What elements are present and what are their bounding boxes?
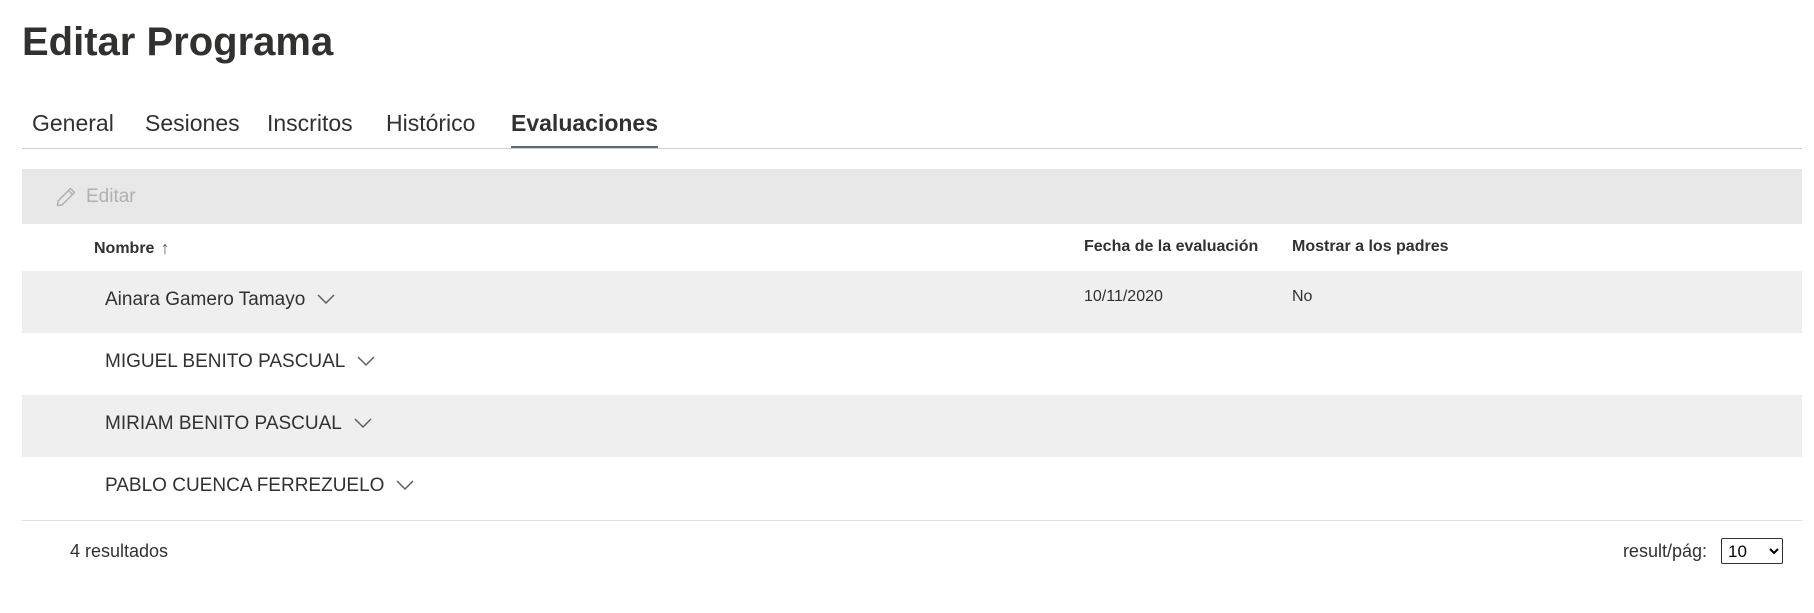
results-count: 4 resultados bbox=[70, 541, 169, 561]
tab-bar: General Sesiones Inscritos Histórico Eva… bbox=[22, 100, 1802, 149]
tab-sesiones[interactable]: Sesiones bbox=[145, 108, 240, 138]
chevron-down-icon[interactable] bbox=[354, 413, 372, 435]
row-name-toggle[interactable]: MIRIAM BENITO PASCUAL bbox=[105, 413, 372, 435]
row-name: Ainara Gamero Tamayo bbox=[105, 289, 306, 310]
chevron-down-icon[interactable] bbox=[396, 475, 414, 497]
column-header-fecha-label: Fecha de la evaluación bbox=[1084, 238, 1259, 255]
tab-historico[interactable]: Histórico bbox=[386, 108, 475, 138]
footer-divider bbox=[22, 520, 1802, 521]
edit-button-label: Editar bbox=[86, 186, 136, 207]
table-row[interactable]: MIGUEL BENITO PASCUAL bbox=[22, 333, 1802, 395]
column-header-nombre-label: Nombre bbox=[94, 239, 155, 257]
row-name-toggle[interactable]: MIGUEL BENITO PASCUAL bbox=[105, 351, 375, 373]
tab-inscritos[interactable]: Inscritos bbox=[267, 108, 353, 138]
row-name: PABLO CUENCA FERREZUELO bbox=[105, 475, 385, 496]
chevron-down-icon[interactable] bbox=[357, 351, 375, 373]
tab-evaluaciones[interactable]: Evaluaciones bbox=[511, 108, 659, 148]
page-size-select[interactable]: 10 bbox=[1721, 538, 1783, 564]
chevron-down-icon[interactable] bbox=[317, 289, 335, 311]
row-show-parents: No bbox=[1292, 288, 1313, 305]
table-row[interactable]: Ainara Gamero Tamayo 10/11/2020 No bbox=[22, 271, 1802, 333]
table-row[interactable]: PABLO CUENCA FERREZUELO bbox=[22, 457, 1802, 519]
column-header-fecha[interactable]: Fecha de la evaluación bbox=[1084, 238, 1258, 256]
page-size-label: result/pág: bbox=[1622, 540, 1707, 561]
row-name-toggle[interactable]: PABLO CUENCA FERREZUELO bbox=[105, 475, 414, 497]
edit-button[interactable]: Editar bbox=[54, 182, 136, 212]
pencil-icon bbox=[54, 185, 78, 209]
column-header-nombre[interactable]: Nombre ↑ bbox=[94, 238, 169, 259]
row-date: 10/11/2020 bbox=[1084, 288, 1163, 305]
command-bar: Editar bbox=[22, 169, 1802, 224]
table-row[interactable]: MIRIAM BENITO PASCUAL bbox=[22, 395, 1802, 457]
tab-general[interactable]: General bbox=[32, 108, 114, 138]
grid-header: Nombre ↑ Fecha de la evaluación Mostrar … bbox=[22, 226, 1802, 270]
row-name: MIRIAM BENITO PASCUAL bbox=[105, 413, 342, 434]
page: Editar Programa General Sesiones Inscrit… bbox=[0, 0, 1814, 613]
row-name: MIGUEL BENITO PASCUAL bbox=[105, 351, 346, 372]
page-size-control: result/pág: 10 bbox=[1623, 538, 1783, 564]
sort-ascending-icon: ↑ bbox=[160, 238, 170, 258]
column-header-mostrar[interactable]: Mostrar a los padres bbox=[1292, 238, 1449, 256]
column-header-mostrar-label: Mostrar a los padres bbox=[1292, 238, 1449, 255]
page-title: Editar Programa bbox=[22, 20, 334, 64]
row-name-toggle[interactable]: Ainara Gamero Tamayo bbox=[105, 289, 335, 311]
